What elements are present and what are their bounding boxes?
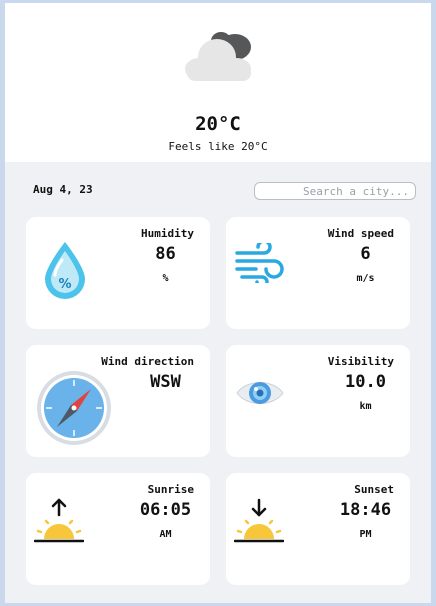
visibility-unit: km [359,401,372,412]
card-label: Humidity [141,227,194,240]
humidity-card: % Humidity 86 % [26,217,210,329]
wind-speed-card: Wind speed 6 m/s [226,217,410,329]
wind-direction-card: Wind direction WSW [26,345,210,457]
card-label: Sunset [354,483,394,496]
sunset-value: 18:46 [339,500,392,520]
water-drop-icon: % [45,242,85,299]
visibility-value: 10.0 [345,372,386,392]
sunrise-unit: AM [159,529,172,540]
sunrise-value: 06:05 [139,500,192,520]
date-label: Aug 4, 23 [33,183,93,196]
humidity-unit: % [162,273,169,284]
sunset-icon [234,498,284,543]
compass-icon [37,371,111,445]
current-weather-panel: 20°C Feels like 20°C [5,3,431,162]
card-label: Sunrise [147,483,194,496]
wind-speed-unit: m/s [356,273,375,284]
wind-direction-value: WSW [150,372,181,392]
humidity-value: 86 [155,244,176,264]
card-label: Wind direction [101,355,194,368]
card-label: Wind speed [327,227,394,240]
sunrise-icon [34,498,84,543]
svg-text:%: % [58,277,71,292]
sunset-card: Sunset 18:46 PM [226,473,410,585]
visibility-card: Visibility 10.0 km [226,345,410,457]
eye-icon [236,382,284,404]
search-city-input[interactable] [254,182,416,200]
sunset-unit: PM [359,529,372,540]
card-label: Visibility [327,355,394,368]
temperature: 20°C [195,113,241,135]
cloud-icon [185,32,251,81]
wind-speed-value: 6 [360,244,371,264]
feels-like-text: Feels like 20°C [168,140,268,153]
sunrise-card: Sunrise 06:05 AM [26,473,210,585]
wind-icon [235,243,284,283]
app-frame: 20°C Feels like 20°C Aug 4, 23 % Humidit… [5,3,431,603]
